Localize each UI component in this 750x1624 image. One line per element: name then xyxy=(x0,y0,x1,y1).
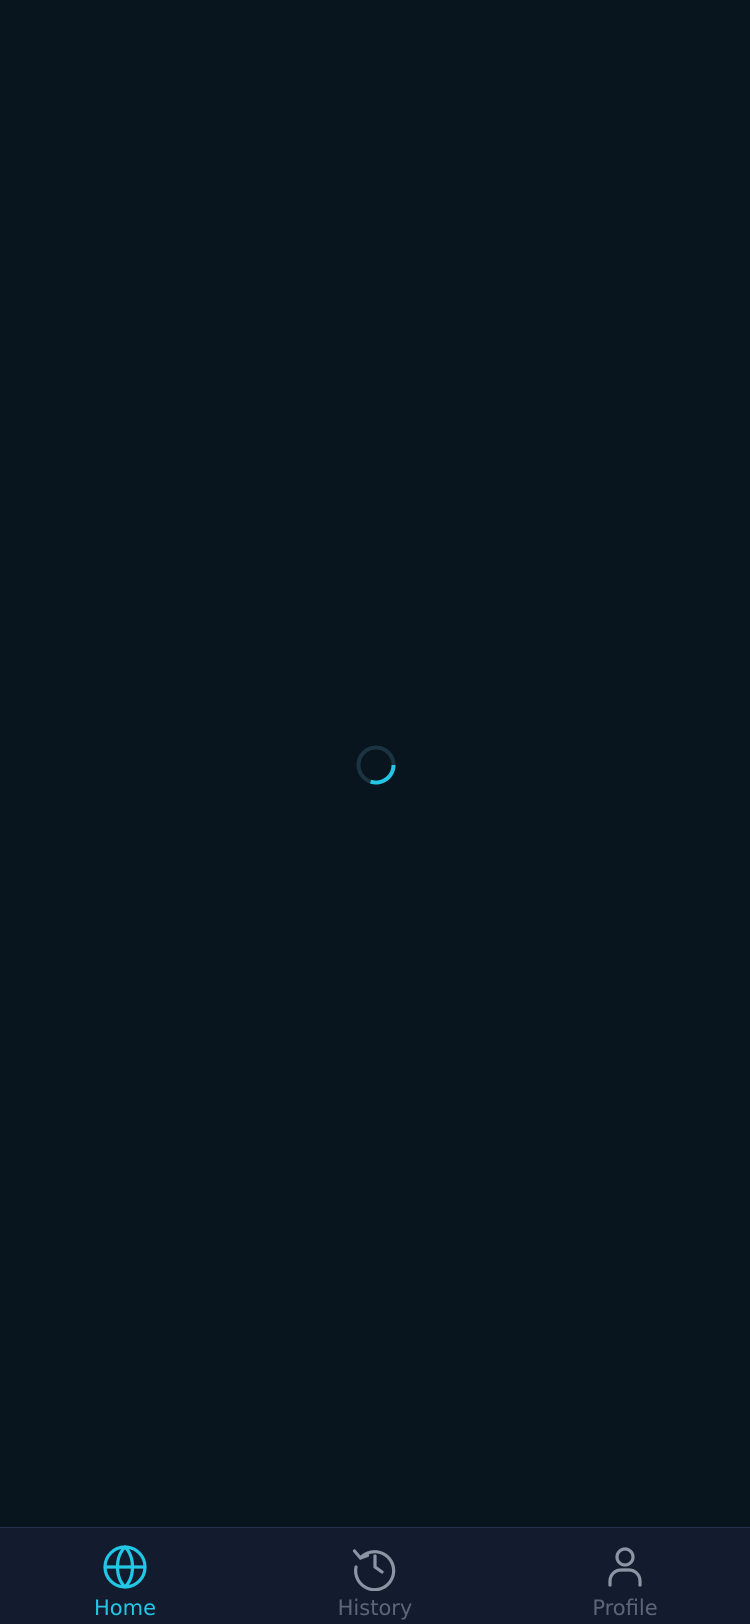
tab-home[interactable]: Home xyxy=(0,1528,250,1624)
tab-history[interactable]: History xyxy=(250,1528,500,1624)
tab-profile[interactable]: Profile xyxy=(500,1528,750,1624)
user-icon xyxy=(608,1547,642,1587)
app-screen: Home History Profile xyxy=(0,0,750,1624)
history-icon xyxy=(352,1549,396,1591)
loading-spinner xyxy=(356,745,396,785)
tab-home-label: Home xyxy=(93,1596,156,1620)
bottom-tab-bar: Home History Profile xyxy=(0,1527,750,1624)
globe-icon xyxy=(103,1545,147,1589)
main-content xyxy=(0,0,750,1527)
tab-history-label: History xyxy=(337,1596,413,1620)
tab-profile-label: Profile xyxy=(592,1596,658,1620)
